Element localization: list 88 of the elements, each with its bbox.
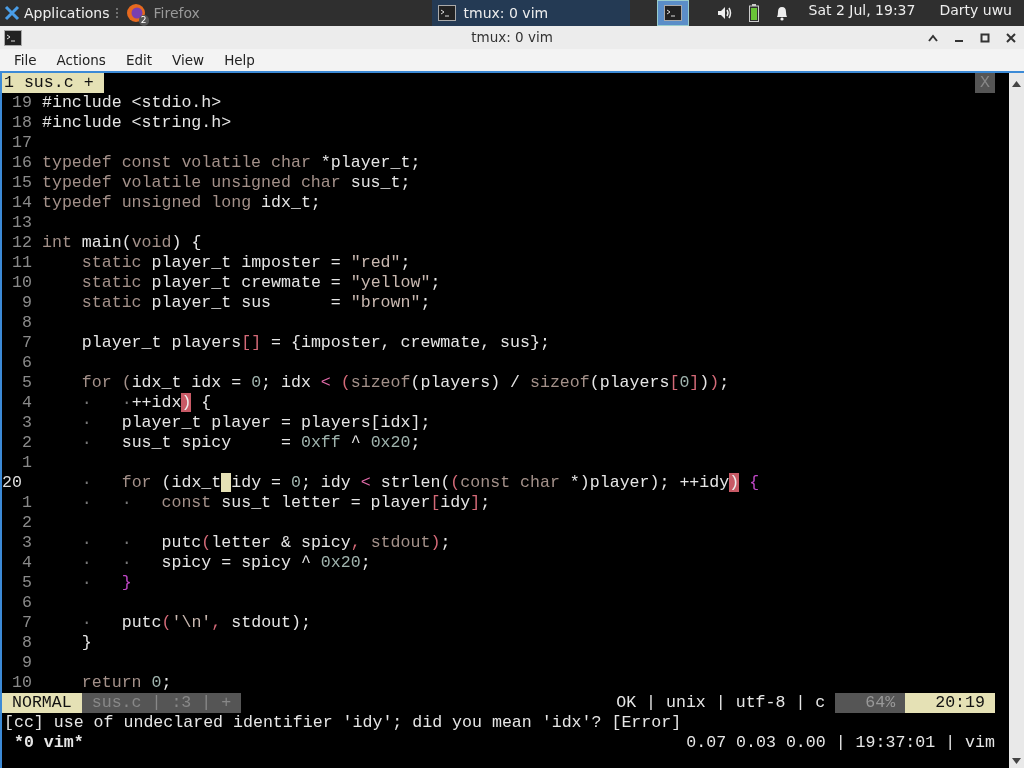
line-number: 8 [21, 313, 33, 333]
terminal-icon [664, 5, 683, 21]
bell-icon[interactable] [774, 5, 789, 21]
line-number: 9 [21, 653, 33, 673]
line-number: 2 [21, 433, 33, 453]
code-line: typedef unsigned long idx_t; [42, 193, 321, 213]
menu-separator-icon [113, 6, 120, 20]
line-number: 7 [21, 613, 33, 633]
code-line: #include <stdio.h> [42, 93, 222, 113]
code-line: · sus_t spicy = 0xff ^ 0x20; [80, 433, 421, 453]
line-number: 20 [2, 473, 23, 493]
code-line: · } [80, 573, 132, 593]
mode-indicator: NORMAL [2, 693, 82, 713]
code-line: typedef volatile unsigned char sus_t; [42, 173, 411, 193]
line-number: 1 [21, 453, 33, 473]
line-number: 11 [11, 253, 33, 273]
workspace-button[interactable] [657, 0, 690, 26]
terminal-icon [437, 5, 456, 21]
close-icon[interactable] [1006, 32, 1016, 43]
code-line: typedef const volatile char *player_t; [42, 153, 421, 173]
line-number: 1 [21, 493, 33, 513]
code-line: · · spicy = spicy ^ 0x20; [80, 553, 371, 573]
cursor-position: 20:19 [905, 693, 995, 713]
line-number: 3 [21, 413, 33, 433]
vim-tab[interactable]: 1 sus.c + [2, 73, 104, 93]
line-number: 13 [11, 213, 33, 233]
line-number: 16 [11, 153, 33, 173]
taskbar-task[interactable]: 2 Firefox [119, 0, 318, 26]
code-line: · ·++idx) { [80, 393, 212, 413]
line-number: 19 [11, 93, 33, 113]
line-number: 10 [11, 673, 33, 693]
taskbar-task[interactable]: tmux: 0 vim [431, 0, 630, 26]
line-number: 12 [11, 233, 33, 253]
code-line: · for (idx_t idy = 0; idy < strlen((const char *)player); ++idy) { [80, 473, 760, 493]
volume-icon[interactable] [716, 6, 733, 20]
line-number: 2 [21, 513, 33, 533]
code-line: return 0; [80, 673, 172, 693]
code-line: · · putc(letter & spicy, stdout); [80, 533, 451, 553]
scrollbar[interactable] [1009, 73, 1024, 768]
menu-item[interactable]: Edit [115, 49, 163, 71]
error-message: [cc] use of undeclared identifier 'idy'; did you mean 'idx'? [Error] [3, 713, 683, 733]
line-number: 17 [11, 133, 33, 153]
tmux-status: 0.07 0.03 0.00 | 19:37:01 | vim [686, 733, 996, 753]
menu-item[interactable]: Actions [46, 49, 116, 71]
code-line: #include <string.h> [42, 113, 232, 133]
code-line: · · const sus_t letter = player[idy]; [80, 493, 491, 513]
code-line: static player_t imposter = "red"; [80, 253, 411, 273]
code-line: static player_t crewmate = "yellow"; [80, 273, 441, 293]
line-number: 14 [11, 193, 33, 213]
scroll-up-icon[interactable] [1012, 81, 1021, 87]
menu-item[interactable]: Help [214, 49, 265, 71]
line-number: 4 [21, 393, 33, 413]
line-number: 15 [11, 173, 33, 193]
code-line: for (idx_t idx = 0; idx < (sizeof(players) / sizeof(players[0])); [80, 373, 730, 393]
code-line: static player_t sus = "brown"; [80, 293, 431, 313]
applications-menu[interactable]: Applications [0, 0, 114, 26]
line-number: 9 [21, 293, 33, 313]
scroll-down-icon[interactable] [1012, 758, 1021, 764]
line-number: 18 [11, 113, 33, 133]
line-number: 10 [11, 273, 33, 293]
line-number: 5 [21, 573, 33, 593]
terminal-icon[interactable] [4, 29, 22, 46]
code-line: · putc('\n', stdout); [80, 613, 311, 633]
line-number: 7 [21, 333, 33, 353]
collapse-icon[interactable] [928, 33, 938, 42]
user-name[interactable]: Darty uwu [935, 0, 1016, 26]
clock[interactable]: Sat 2 Jul, 19:37 [804, 0, 920, 26]
maximize-icon[interactable] [980, 32, 990, 43]
line-number: 8 [21, 633, 33, 653]
menu-item[interactable]: File [4, 49, 47, 71]
firefox-icon [125, 3, 146, 23]
line-number: 4 [21, 553, 33, 573]
tmux-window-tab[interactable]: *0 vim* [2, 733, 84, 753]
code-line: · player_t player = players[idx]; [80, 413, 431, 433]
scroll-percent: 64% [835, 693, 906, 713]
line-number: 6 [21, 353, 33, 373]
file-format-info: OK | unix | utf-8 | c [616, 693, 827, 713]
battery-icon[interactable] [748, 4, 759, 22]
menu-item[interactable]: View [162, 49, 215, 71]
code-line: } [80, 633, 92, 653]
line-number: 5 [21, 373, 33, 393]
line-number: 3 [21, 533, 33, 553]
xfce-logo-icon [4, 5, 20, 21]
badge-count: 2 [138, 15, 149, 26]
line-number: 6 [21, 593, 33, 613]
code-line: int main(void) { [42, 233, 202, 253]
window-title: tmux: 0 vim [471, 28, 553, 48]
code-line: player_t players[] = {imposter, crewmate, sus}; [80, 333, 550, 353]
